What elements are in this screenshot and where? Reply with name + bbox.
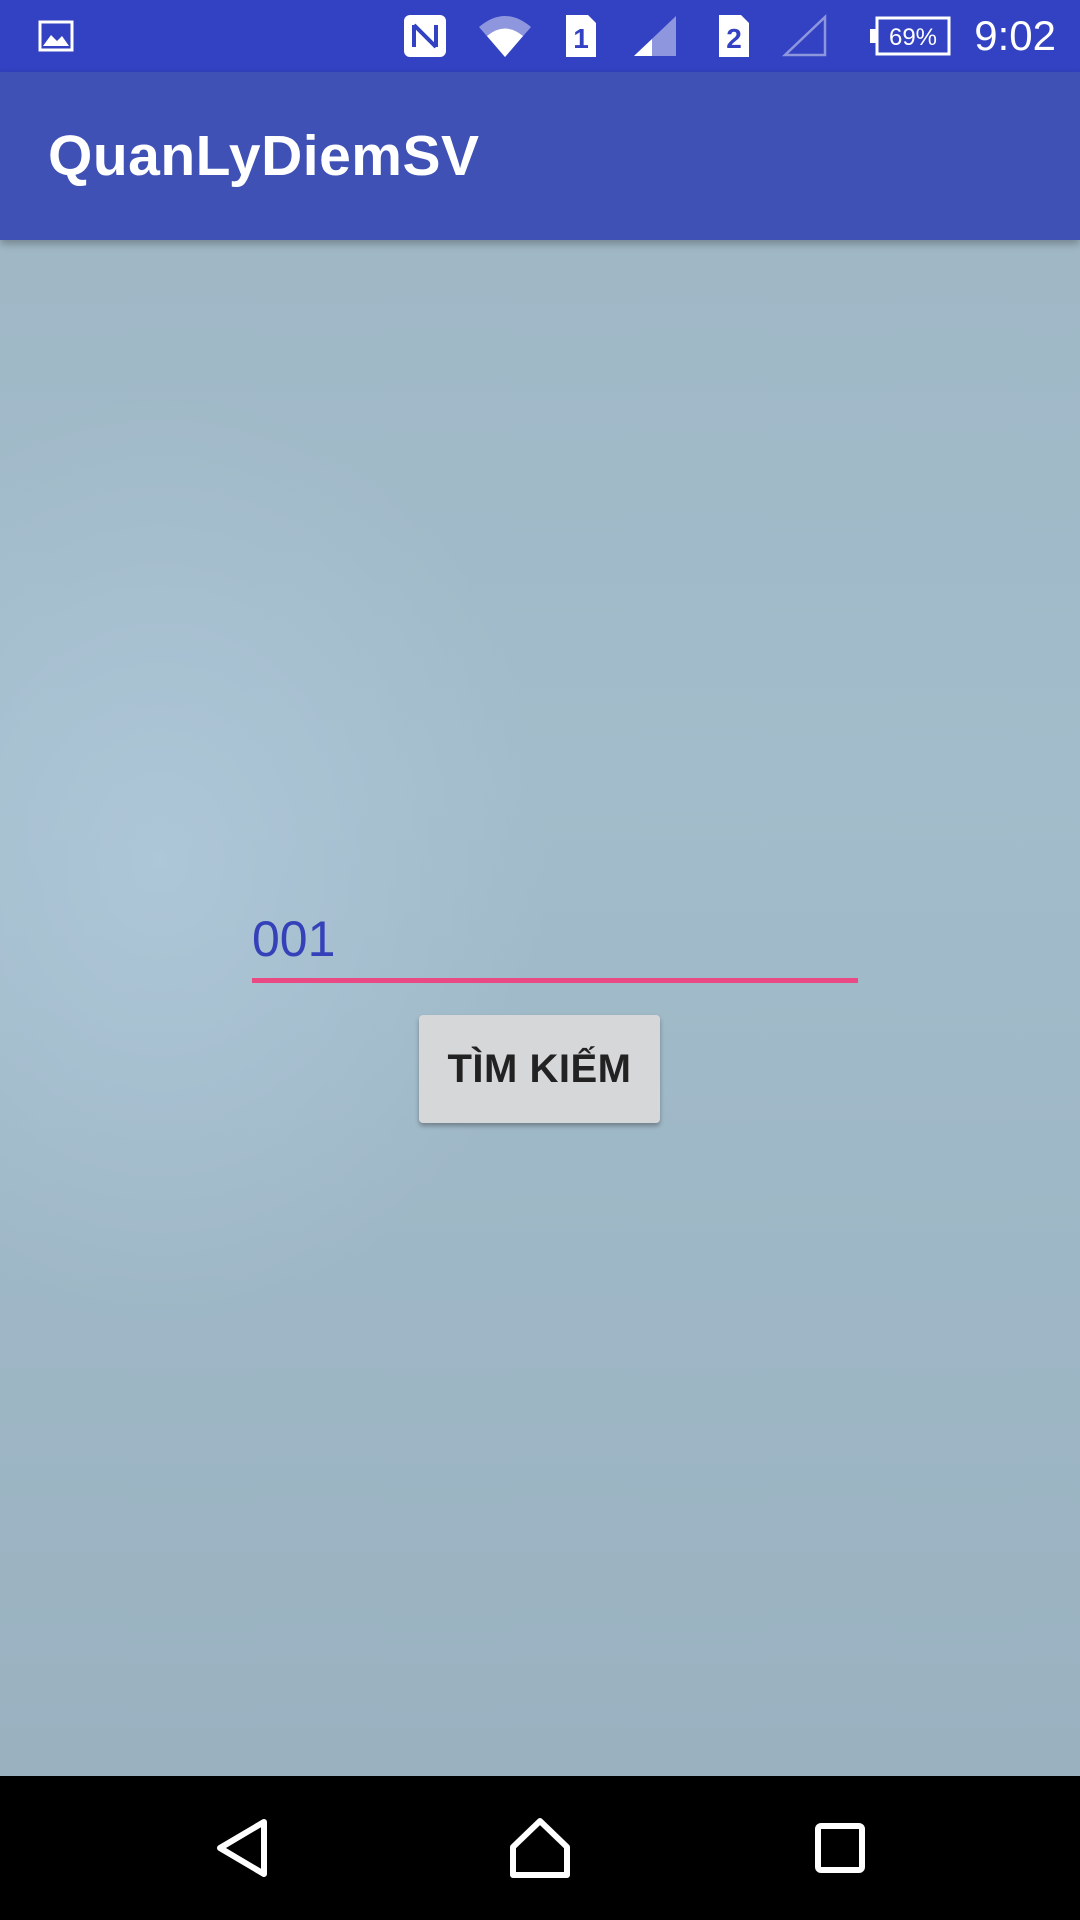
search-button[interactable]: TÌM KIẾM bbox=[419, 1015, 660, 1123]
recent-apps-icon[interactable] bbox=[768, 1776, 912, 1920]
signal-empty-icon bbox=[780, 0, 830, 72]
wifi-icon bbox=[475, 0, 535, 72]
home-icon[interactable] bbox=[468, 1776, 612, 1920]
sim2-icon: 2 bbox=[713, 0, 753, 72]
back-icon[interactable] bbox=[170, 1776, 314, 1920]
battery-icon: 69% bbox=[868, 0, 954, 72]
search-input[interactable] bbox=[252, 910, 858, 978]
image-notification-icon bbox=[36, 0, 76, 72]
sim1-icon: 1 bbox=[560, 0, 600, 72]
status-time: 9:02 bbox=[974, 12, 1056, 59]
signal-icon bbox=[630, 0, 680, 72]
navigation-bar bbox=[0, 1776, 1080, 1920]
search-field[interactable] bbox=[252, 890, 858, 983]
nfc-icon bbox=[400, 0, 450, 72]
main-content: TÌM KIẾM bbox=[0, 240, 1080, 1776]
status-bar: 1 2 69% 9:02 bbox=[0, 0, 1080, 72]
app-title: QuanLyDiemSV bbox=[48, 124, 480, 188]
sim1-label: 1 bbox=[573, 23, 589, 54]
battery-level: 69% bbox=[889, 24, 937, 51]
app-bar: QuanLyDiemSV bbox=[0, 72, 1080, 240]
sim2-label: 2 bbox=[726, 23, 742, 54]
